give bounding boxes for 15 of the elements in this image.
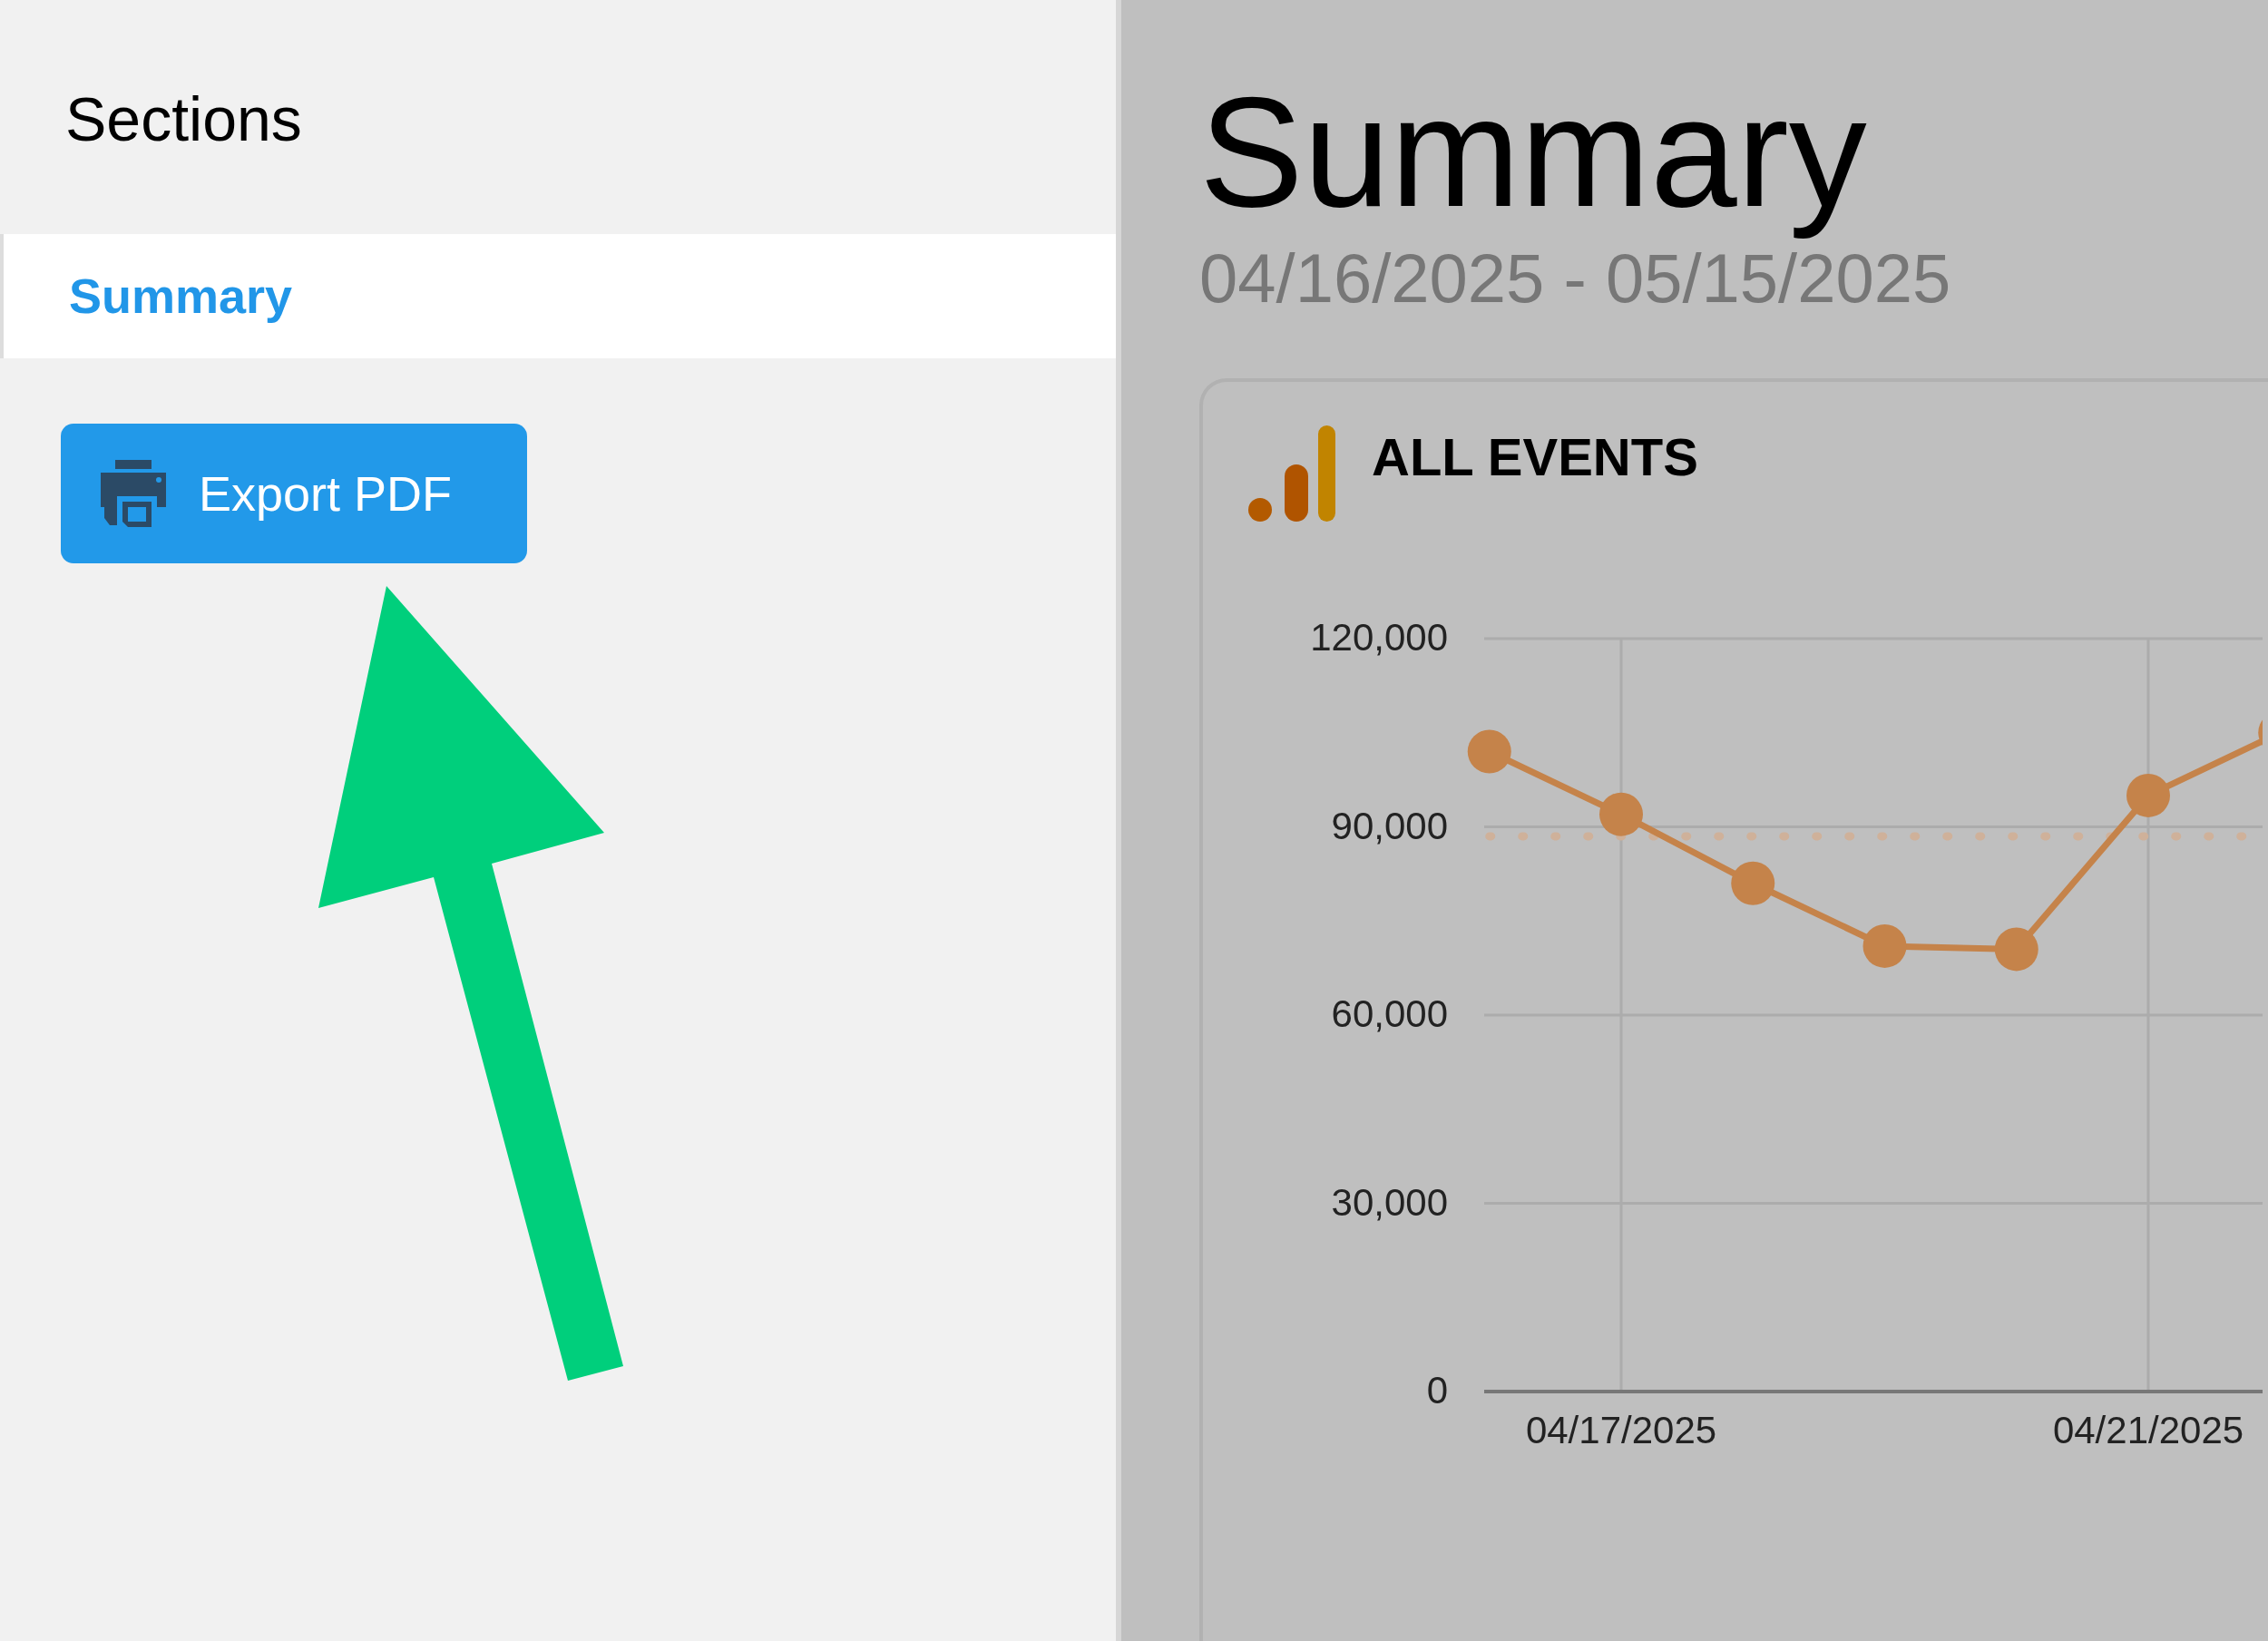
export-pdf-button[interactable]: Export PDF bbox=[61, 424, 527, 563]
page-title: Summary bbox=[1199, 63, 1868, 238]
card-title: ALL EVENTS bbox=[1372, 426, 1698, 488]
y-axis-label: 120,000 bbox=[1310, 616, 1448, 659]
date-range: 04/16/2025 - 05/15/2025 bbox=[1199, 239, 1952, 318]
x-axis-label: 04/17/2025 bbox=[1525, 1409, 1717, 1451]
y-axis-label: 30,000 bbox=[1331, 1180, 1448, 1224]
y-axis-label: 90,000 bbox=[1331, 804, 1448, 847]
printer-icon bbox=[101, 460, 168, 527]
bar-chart-icon bbox=[1248, 425, 1335, 522]
y-axis-label: 0 bbox=[1426, 1369, 1448, 1411]
sidebar-item[interactable]: Summary bbox=[0, 234, 1116, 358]
y-axis-label: 60,000 bbox=[1331, 992, 1448, 1035]
x-axis-label: 04/21/2025 bbox=[2052, 1409, 2244, 1451]
sidebar-title: Sections bbox=[64, 83, 303, 155]
